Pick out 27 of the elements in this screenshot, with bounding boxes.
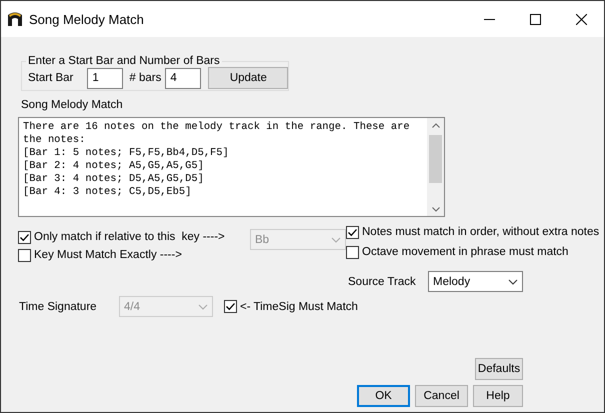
dialog-button[interactable]: Help <box>473 385 523 407</box>
time-signature-label: Time Signature <box>19 300 98 312</box>
section-label: Song Melody Match <box>21 99 124 111</box>
defaults-button[interactable]: Defaults <box>475 358 523 380</box>
text-line: [Bar 1: 5 notes; F5,F5,Bb4,D5,F5] <box>23 147 230 160</box>
text-line: [Bar 3: 4 notes; D5,A5,G5,D5] <box>23 173 205 186</box>
checkbox-label: Octave movement in phrase must match <box>362 246 568 258</box>
checkbox-label: <- TimeSig Must Match <box>240 300 358 312</box>
checkbox-label: Notes must match in order, without extra notes <box>362 226 600 238</box>
dropdown[interactable]: Melody <box>428 271 523 292</box>
window-title: Song Melody Match <box>29 12 145 26</box>
checkbox-label: Key Must Match Exactly ----> <box>34 249 182 261</box>
text-line: [Bar 4: 3 notes; C5,D5,Eb5] <box>23 186 192 199</box>
dialog-button[interactable]: Cancel <box>415 385 468 407</box>
start-bar-field[interactable]: 1 <box>87 68 124 88</box>
dialog-button[interactable]: OK <box>357 385 410 407</box>
text-line: the notes: <box>23 134 86 147</box>
update-button[interactable]: Update <box>208 67 288 89</box>
bars-field[interactable]: 4 <box>165 68 202 88</box>
text-line: There are 16 notes on the melody track in the range. These are <box>23 121 411 134</box>
source-track-label: Source Track <box>348 276 417 288</box>
group-title: Enter a Start Bar and Number of Bars <box>27 55 221 67</box>
checkbox-label: Only match if relative to this key ----> <box>34 231 225 243</box>
results-text-area[interactable]: There are 16 notes on the melody track in the range. These are the notes: [Bar 1: 5 notes; F5,F5,Bb4,D5,F5] [Bar 2: 4 notes; A5,G5,A5,G5] [Bar 3: 4 notes; D5,A5,G5,D5] [Bar 4: 3 notes; C5,D5,Eb5] <box>18 117 445 217</box>
start-bar-label: Start Bar <box>28 72 74 84</box>
text-line: [Bar 2: 4 notes; A5,G5,A5,G5] <box>23 160 205 173</box>
bars-label: # bars <box>129 72 162 84</box>
